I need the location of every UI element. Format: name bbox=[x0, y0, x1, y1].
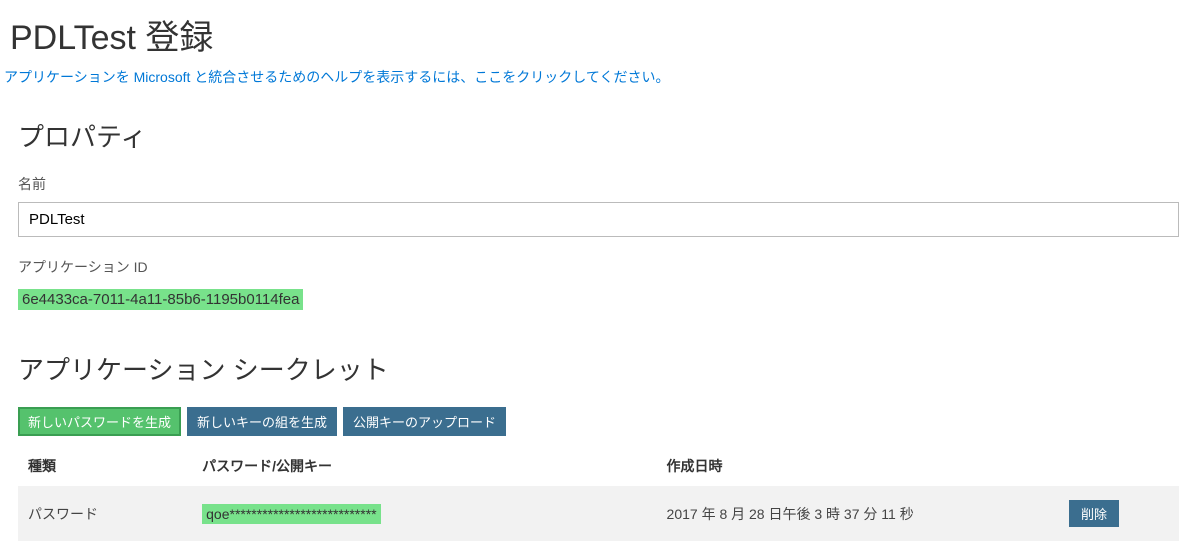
col-header-action bbox=[1040, 448, 1179, 486]
upload-key-button[interactable]: 公開キーのアップロード bbox=[343, 407, 506, 436]
app-id-label: アプリケーション ID bbox=[18, 257, 1179, 277]
name-input[interactable] bbox=[18, 202, 1179, 237]
table-header-row: 種類 パスワード/公開キー 作成日時 bbox=[18, 448, 1179, 486]
app-id-value: 6e4433ca-7011-4a11-85b6-1195b0114fea bbox=[18, 289, 303, 310]
table-row: パスワード qoe*************************** 201… bbox=[18, 486, 1179, 541]
col-header-created: 作成日時 bbox=[657, 448, 1040, 486]
col-header-type: 種類 bbox=[18, 448, 192, 486]
cell-key: qoe*************************** bbox=[192, 486, 656, 541]
col-header-key: パスワード/公開キー bbox=[192, 448, 656, 486]
delete-button[interactable]: 削除 bbox=[1069, 500, 1119, 527]
page-title: PDLTest 登録 bbox=[0, 0, 1197, 67]
properties-section: プロパティ 名前 アプリケーション ID 6e4433ca-7011-4a11-… bbox=[0, 107, 1197, 320]
new-password-button[interactable]: 新しいパスワードを生成 bbox=[18, 407, 181, 436]
cell-created: 2017 年 8 月 28 日午後 3 時 37 分 11 秒 bbox=[657, 486, 1040, 541]
secret-value: qoe*************************** bbox=[202, 504, 380, 524]
cell-type: パスワード bbox=[18, 486, 192, 541]
new-keypair-button[interactable]: 新しいキーの組を生成 bbox=[187, 407, 337, 436]
secrets-title: アプリケーション シークレット bbox=[18, 350, 1179, 387]
help-link[interactable]: アプリケーションを Microsoft と統合させるためのヘルプを表示するには、… bbox=[0, 67, 1197, 107]
cell-action: 削除 bbox=[1040, 486, 1179, 541]
name-label: 名前 bbox=[18, 174, 1179, 194]
secrets-table: 種類 パスワード/公開キー 作成日時 パスワード qoe************… bbox=[18, 448, 1179, 541]
secrets-section: アプリケーション シークレット 新しいパスワードを生成 新しいキーの組を生成 公… bbox=[0, 320, 1197, 541]
secrets-button-row: 新しいパスワードを生成 新しいキーの組を生成 公開キーのアップロード bbox=[18, 407, 1179, 436]
properties-title: プロパティ bbox=[18, 117, 1179, 154]
